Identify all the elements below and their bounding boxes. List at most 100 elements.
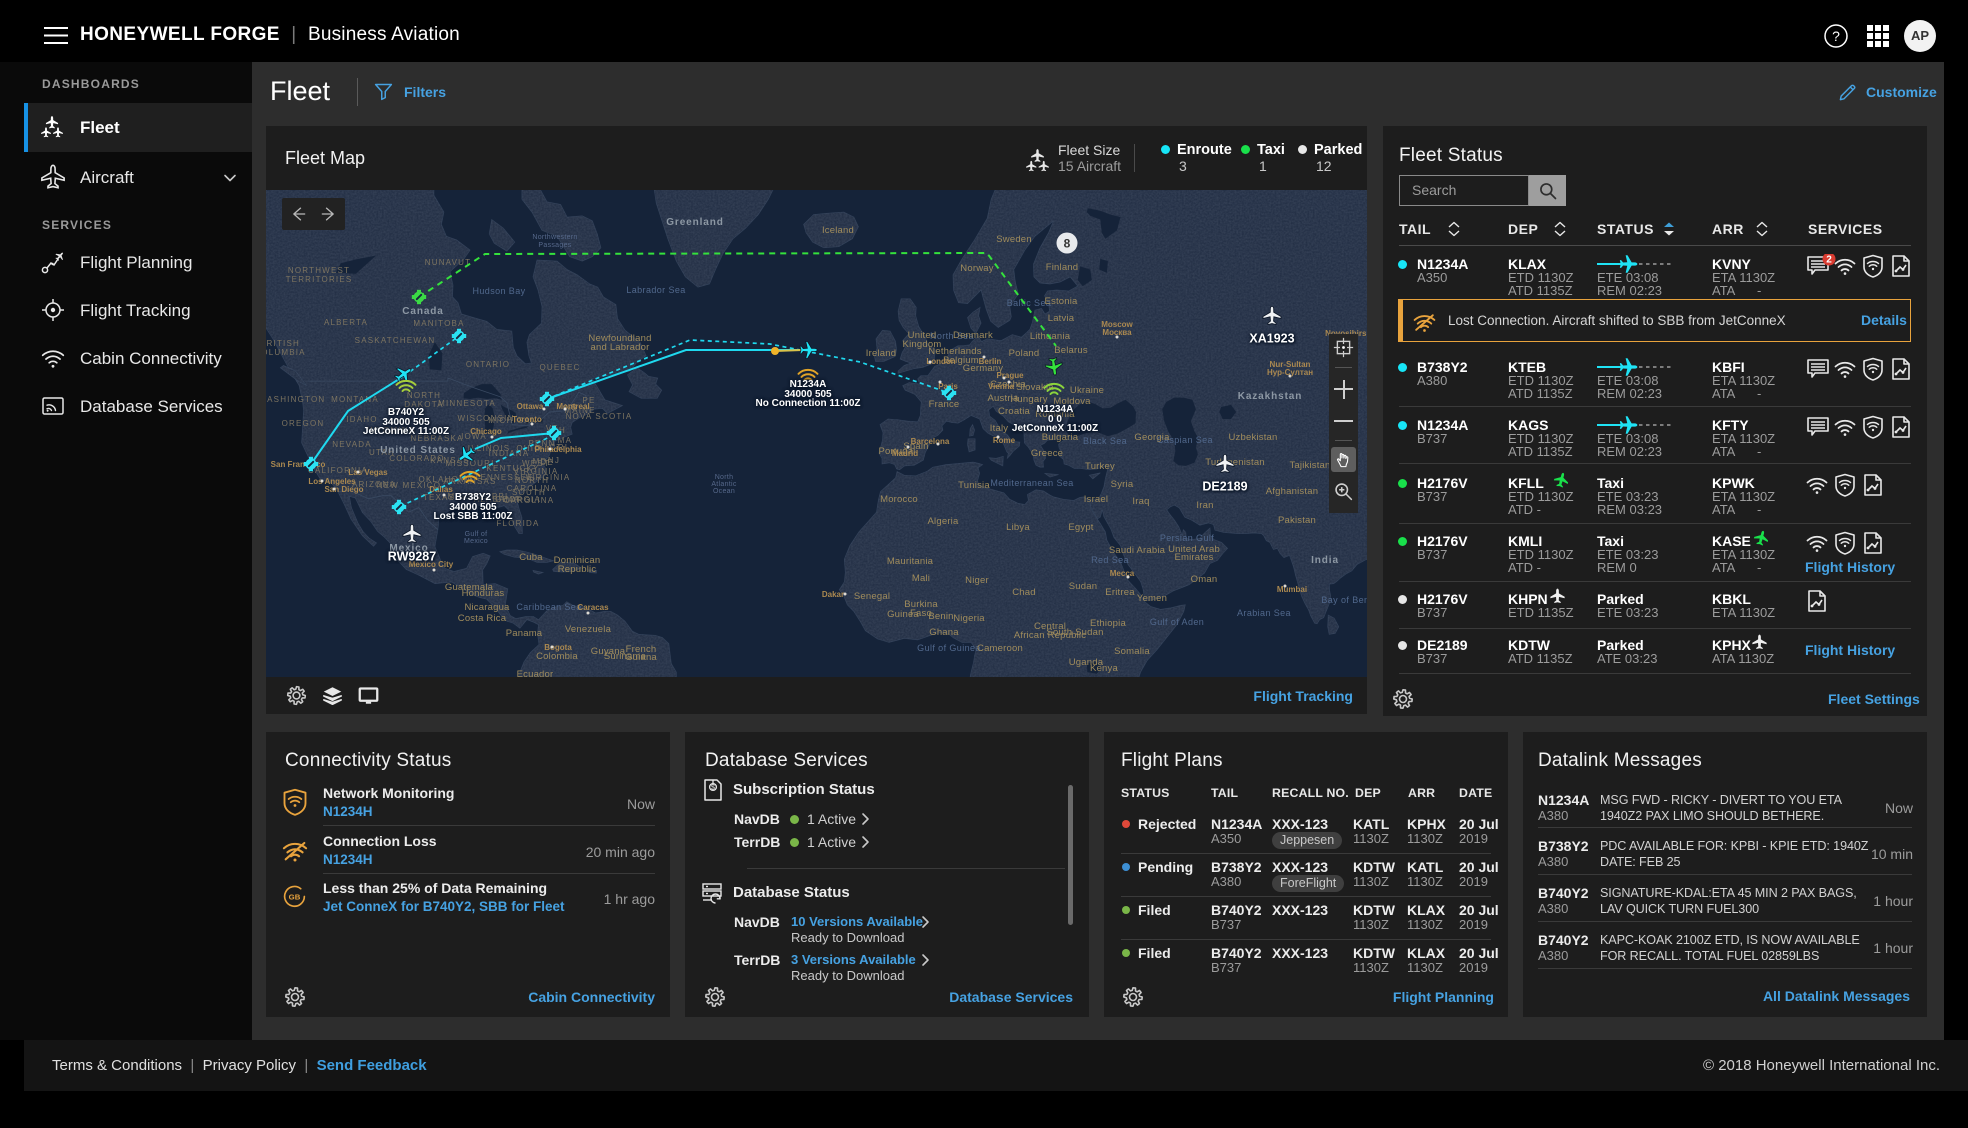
- svg-text:8: 8: [1064, 237, 1071, 251]
- svg-text:Persian Gulf: Persian Gulf: [1160, 533, 1214, 543]
- svg-text:Senegal: Senegal: [854, 591, 890, 602]
- svg-text:Republic: Republic: [558, 564, 597, 575]
- svg-text:Toronto: Toronto: [512, 415, 542, 424]
- svg-text:Guatemala: Guatemala: [445, 582, 494, 593]
- svg-text:North: North: [715, 474, 734, 481]
- svg-text:France: France: [929, 399, 960, 410]
- svg-text:Uganda: Uganda: [1069, 657, 1104, 668]
- svg-text:Red Sea: Red Sea: [1091, 555, 1129, 565]
- svg-text:Canada: Canada: [402, 306, 444, 317]
- svg-text:Prague: Prague: [996, 371, 1024, 380]
- svg-text:Lithuania: Lithuania: [1030, 331, 1071, 342]
- svg-text:NJ: NJ: [548, 456, 560, 465]
- svg-text:GB: GB: [289, 893, 301, 902]
- svg-text:Bay of Bengal: Bay of Bengal: [1321, 595, 1367, 605]
- svg-text:Italy: Italy: [990, 423, 1008, 434]
- svg-text:Gulf of: Gulf of: [465, 531, 488, 538]
- svg-text:Ocean: Ocean: [713, 488, 735, 495]
- svg-text:Algeria: Algeria: [928, 516, 959, 527]
- svg-text:MANITOBA: MANITOBA: [413, 319, 464, 328]
- svg-text:Sudan: Sudan: [1069, 581, 1097, 592]
- svg-text:?: ?: [1832, 28, 1840, 44]
- svg-text:Panama: Panama: [506, 628, 543, 639]
- svg-text:Poland: Poland: [1009, 348, 1040, 359]
- svg-text:Ottawa: Ottawa: [517, 402, 544, 411]
- svg-text:Mediterranean Sea: Mediterranean Sea: [990, 478, 1073, 488]
- svg-text:Emirates: Emirates: [1174, 552, 1213, 563]
- svg-text:2: 2: [1826, 255, 1832, 266]
- svg-text:NOVA SCOTIA: NOVA SCOTIA: [566, 412, 633, 421]
- svg-text:Norway: Norway: [960, 263, 993, 274]
- svg-text:Syria: Syria: [1111, 479, 1134, 490]
- svg-text:Egypt: Egypt: [1068, 522, 1093, 533]
- svg-text:OREGON: OREGON: [282, 419, 325, 428]
- svg-text:San Diego: San Diego: [324, 485, 363, 494]
- svg-text:Nigeria: Nigeria: [953, 613, 985, 624]
- svg-text:Costa Rica: Costa Rica: [458, 613, 507, 624]
- svg-text:Turkmenistan: Turkmenistan: [1205, 457, 1265, 468]
- svg-text:Nicaragua: Nicaragua: [464, 602, 510, 613]
- svg-text:Labrador Sea: Labrador Sea: [626, 285, 685, 295]
- svg-text:Kingdom: Kingdom: [903, 339, 942, 350]
- svg-text:Rome: Rome: [993, 436, 1016, 445]
- svg-text:and Labrador: and Labrador: [591, 342, 650, 353]
- svg-text:Ukraine: Ukraine: [1070, 385, 1104, 396]
- svg-text:Москва: Москва: [1102, 328, 1132, 337]
- svg-text:Estonia: Estonia: [1044, 296, 1078, 307]
- svg-text:Las Vegas: Las Vegas: [348, 468, 388, 477]
- svg-text:Berlin: Berlin: [979, 357, 1002, 366]
- svg-text:Yemen: Yemen: [1137, 593, 1167, 604]
- svg-text:Montreal: Montreal: [556, 402, 589, 411]
- svg-text:Madrid: Madrid: [892, 449, 918, 458]
- svg-text:Нур-Султан: Нур-Султан: [1267, 368, 1313, 377]
- svg-text:Arabian Sea: Arabian Sea: [1237, 608, 1291, 618]
- svg-text:Iran: Iran: [1196, 500, 1213, 511]
- svg-text:Cuba: Cuba: [519, 552, 543, 563]
- svg-text:Caribbean Sea: Caribbean Sea: [516, 602, 581, 612]
- svg-text:Caracas: Caracas: [577, 603, 609, 612]
- svg-text:Tunisia: Tunisia: [958, 480, 990, 491]
- svg-text:BRITISH: BRITISH: [266, 339, 300, 348]
- svg-text:Tajikistan: Tajikistan: [1289, 460, 1330, 471]
- svg-text:India: India: [1311, 555, 1339, 566]
- svg-text:Denmark: Denmark: [953, 330, 993, 341]
- svg-text:United States: United States: [380, 445, 456, 456]
- svg-text:Gulf of Aden: Gulf of Aden: [1150, 617, 1204, 627]
- svg-text:Uzbekistan: Uzbekistan: [1229, 432, 1278, 443]
- svg-text:WASHINGTON: WASHINGTON: [266, 395, 325, 404]
- svg-text:Greenland: Greenland: [666, 217, 724, 228]
- svg-text:Faso: Faso: [910, 608, 932, 619]
- svg-text:Northwestern: Northwestern: [532, 234, 577, 241]
- svg-text:COLUMBIA: COLUMBIA: [266, 348, 306, 357]
- svg-text:Chad: Chad: [1012, 587, 1036, 598]
- svg-text:Colombia: Colombia: [536, 651, 578, 662]
- svg-text:Libya: Libya: [1006, 522, 1030, 533]
- svg-text:Afghanistan: Afghanistan: [1266, 486, 1318, 497]
- svg-text:Sweden: Sweden: [996, 234, 1032, 245]
- svg-text:Pakistan: Pakistan: [1278, 515, 1316, 526]
- svg-text:MINNESOTA: MINNESOTA: [438, 399, 496, 408]
- svg-text:Ghana: Ghana: [929, 627, 959, 638]
- svg-text:Philadelphia: Philadelphia: [534, 445, 582, 454]
- svg-text:Saudi Arabia: Saudi Arabia: [1109, 545, 1166, 556]
- svg-text:Black Sea: Black Sea: [1083, 436, 1127, 446]
- svg-text:Chicago: Chicago: [470, 427, 502, 436]
- svg-text:Mecca: Mecca: [1110, 569, 1135, 578]
- svg-text:NORTH: NORTH: [407, 391, 441, 400]
- svg-text:Vienna: Vienna: [988, 382, 1015, 391]
- svg-text:ONTARIO: ONTARIO: [466, 360, 510, 369]
- svg-text:Georgia: Georgia: [1134, 432, 1170, 443]
- svg-text:Oman: Oman: [1191, 574, 1218, 585]
- svg-text:Benin: Benin: [928, 611, 953, 622]
- svg-text:Cameroon: Cameroon: [977, 643, 1023, 654]
- svg-text:Slovakia: Slovakia: [1016, 382, 1054, 393]
- svg-text:$: $: [711, 785, 715, 792]
- svg-text:TERRITORIES: TERRITORIES: [286, 275, 353, 284]
- svg-text:Morocco: Morocco: [880, 494, 918, 505]
- svg-text:Eritrea: Eritrea: [1105, 587, 1135, 598]
- svg-text:Kazakhstan: Kazakhstan: [1238, 391, 1303, 402]
- svg-text:Atlantic: Atlantic: [711, 481, 737, 488]
- svg-text:Belarus: Belarus: [1054, 345, 1088, 356]
- svg-text:Gulf of Guinea: Gulf of Guinea: [917, 643, 981, 653]
- svg-text:Guiana: Guiana: [625, 652, 657, 663]
